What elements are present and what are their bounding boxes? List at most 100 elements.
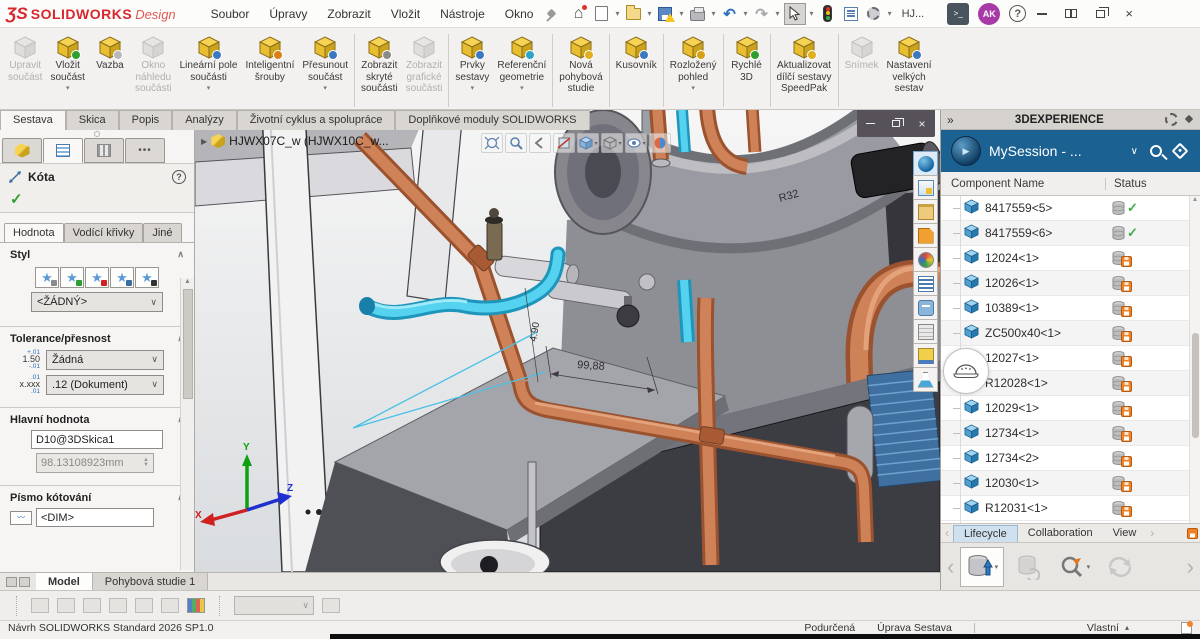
- model-tab-model[interactable]: Model: [36, 573, 93, 590]
- component-row[interactable]: 12029<1>: [941, 396, 1200, 421]
- pm-scrollbar[interactable]: ▲: [180, 278, 194, 570]
- tab-skica[interactable]: Skica: [66, 110, 119, 130]
- dimension-value[interactable]: 99,88: [577, 359, 605, 373]
- model-tab-pohybov-studie-1[interactable]: Pohybová studie 1: [93, 573, 209, 590]
- rebuild-traffic-light-icon[interactable]: [818, 4, 838, 24]
- document-name[interactable]: HJWX07C_w (HJWX10C_w...: [229, 134, 388, 148]
- ribbon-button-new-motion-study-icon[interactable]: Novápohybovástudie: [555, 32, 606, 105]
- pm-help-icon[interactable]: ?: [172, 170, 186, 184]
- restore-icon[interactable]: [1087, 4, 1113, 24]
- redo-icon[interactable]: ↷: [752, 4, 772, 24]
- style-dropdown[interactable]: <ŽÁDNÝ>∨: [31, 292, 163, 312]
- split-view-icon[interactable]: [1058, 4, 1084, 24]
- select-caret[interactable]: ▾: [810, 9, 814, 18]
- doc-minimize-icon[interactable]: [861, 115, 879, 133]
- open-caret[interactable]: ▾: [647, 9, 651, 18]
- help-icon[interactable]: ?: [1009, 5, 1026, 22]
- print-icon[interactable]: [688, 4, 708, 24]
- ribbon-button-large-assembly-settings-icon[interactable]: Nastavenívelkýchsestav: [883, 32, 936, 105]
- ribbon-button-linear-component-pattern-icon[interactable]: Lineární polesoučásti▾: [176, 32, 242, 93]
- collaborator-hardhat-icon[interactable]: [943, 348, 989, 394]
- save-style-icon[interactable]: ★: [110, 267, 134, 288]
- zoom-fit-icon[interactable]: [481, 133, 503, 153]
- tag-icon[interactable]: [1172, 143, 1189, 160]
- expand-tree-icon[interactable]: ▶: [201, 137, 207, 146]
- solidworks-resources-icon[interactable]: [913, 175, 938, 200]
- pm-tab-hodnota[interactable]: Hodnota: [4, 223, 64, 242]
- ribbon-button-assembly-features-icon[interactable]: Prvkysestavy▾: [451, 32, 493, 93]
- zoom-area-icon[interactable]: [505, 133, 527, 153]
- component-name[interactable]: 12030<1>: [985, 476, 1112, 490]
- options-list-icon[interactable]: [841, 4, 861, 24]
- section-view-icon[interactable]: [553, 133, 575, 153]
- component-row[interactable]: 8417559<6>✓: [941, 221, 1200, 246]
- undo-caret[interactable]: ▾: [744, 9, 748, 18]
- component-row[interactable]: 12030<1>: [941, 471, 1200, 496]
- tabs-scroll-right-icon[interactable]: ›: [1146, 526, 1158, 540]
- user-avatar[interactable]: AK: [978, 3, 1000, 25]
- ok-check-button[interactable]: ✓: [0, 186, 194, 213]
- ribbon-button-instant-3d-icon[interactable]: Rychlé3D: [726, 32, 768, 93]
- explore-icon[interactable]: ▾: [1052, 547, 1096, 587]
- redo-caret[interactable]: ▾: [776, 9, 780, 18]
- tab-popis[interactable]: Popis: [119, 110, 173, 130]
- tolerance-dropdown[interactable]: Žádná∨: [46, 350, 164, 370]
- previous-view-icon[interactable]: [529, 133, 551, 153]
- tab-lifecycle[interactable]: Lifecycle: [953, 525, 1018, 542]
- configurations-tab[interactable]: [84, 138, 124, 163]
- column-status[interactable]: Status: [1105, 178, 1200, 190]
- menu-nástroje[interactable]: Nástroje: [431, 3, 494, 25]
- view-orientation-icon[interactable]: ▾: [577, 133, 599, 153]
- dimension-font-field[interactable]: <DIM>: [36, 508, 154, 527]
- assembly-pm-tab[interactable]: [2, 138, 42, 163]
- status-display-state[interactable]: Vlastní: [1087, 622, 1119, 634]
- tab-view[interactable]: View: [1103, 525, 1147, 542]
- ribbon-button-insert-component-icon[interactable]: Vložitsoučást▾: [46, 32, 88, 93]
- more-tabs[interactable]: •••: [125, 138, 165, 163]
- save-caret[interactable]: ▾: [679, 9, 683, 18]
- ribbon-button-reference-geometry-icon[interactable]: Referenčnígeometrie▾: [493, 32, 550, 93]
- component-name[interactable]: 10389<1>: [985, 301, 1112, 315]
- open-icon[interactable]: [623, 4, 643, 24]
- 3dexperience-compass-icon[interactable]: ▶: [951, 136, 981, 166]
- component-name[interactable]: 12024<1>: [985, 251, 1112, 265]
- documentation-icon[interactable]: [913, 319, 938, 344]
- menu-okno[interactable]: Okno: [496, 3, 543, 25]
- minimize-icon[interactable]: [1029, 4, 1055, 24]
- component-name[interactable]: R12028<1>: [985, 376, 1112, 390]
- save-to-3dexperience-icon[interactable]: ▾: [960, 547, 1004, 587]
- dimension-value-field[interactable]: 98.13108923mm▲▼: [36, 453, 154, 473]
- component-name[interactable]: 12029<1>: [985, 401, 1112, 415]
- dimension-name-field[interactable]: D10@3DSkica1: [31, 430, 163, 449]
- component-row[interactable]: 12734<2>: [941, 446, 1200, 471]
- graphics-viewport[interactable]: R32: [195, 110, 940, 572]
- doc-close-icon[interactable]: ×: [913, 115, 931, 133]
- xapps-terminal-icon[interactable]: >_: [947, 3, 969, 25]
- display-style-icon[interactable]: ▾: [601, 133, 623, 153]
- collapse-chevron-icon[interactable]: ∧: [177, 249, 184, 261]
- add-style-icon[interactable]: ★: [60, 267, 84, 288]
- component-name[interactable]: 12734<1>: [985, 426, 1112, 440]
- tab-sestava[interactable]: Sestava: [0, 110, 66, 130]
- edit-appearance-icon[interactable]: [649, 133, 671, 153]
- file-explorer-icon[interactable]: [913, 223, 938, 248]
- menu-vložit[interactable]: Vložit: [382, 3, 429, 25]
- component-row[interactable]: 8417559<5>✓: [941, 196, 1200, 221]
- appearances-icon[interactable]: [913, 247, 938, 272]
- component-row[interactable]: 12024<1>: [941, 246, 1200, 271]
- tab-dopl-kov-moduly-solidworks[interactable]: Doplňkové moduly SOLIDWORKS: [395, 110, 589, 130]
- component-name[interactable]: 8417559<6>: [985, 226, 1112, 240]
- profile-name[interactable]: HJ...: [902, 8, 925, 20]
- search-icon[interactable]: [1150, 145, 1162, 157]
- ribbon-button-update-speedpak-icon[interactable]: Aktualizovatdílčí sestavySpeedPak: [773, 32, 836, 105]
- property-manager-tab[interactable]: [43, 138, 83, 163]
- ribbon-button-exploded-view-icon[interactable]: Rozloženýpohled▾: [666, 32, 721, 93]
- menu-soubor[interactable]: Soubor: [202, 3, 259, 25]
- custom-properties-icon[interactable]: [913, 271, 938, 296]
- pm-tab-jin-[interactable]: Jiné: [143, 223, 181, 242]
- new-document-caret[interactable]: ▾: [615, 9, 619, 18]
- home-icon[interactable]: ⌂: [568, 4, 588, 24]
- session-title[interactable]: MySession - ...: [989, 143, 1123, 159]
- ribbon-button-show-hidden-components-icon[interactable]: Zobrazitskrytésoučásti: [357, 32, 402, 105]
- component-list-scrollbar[interactable]: ▲: [1189, 196, 1200, 523]
